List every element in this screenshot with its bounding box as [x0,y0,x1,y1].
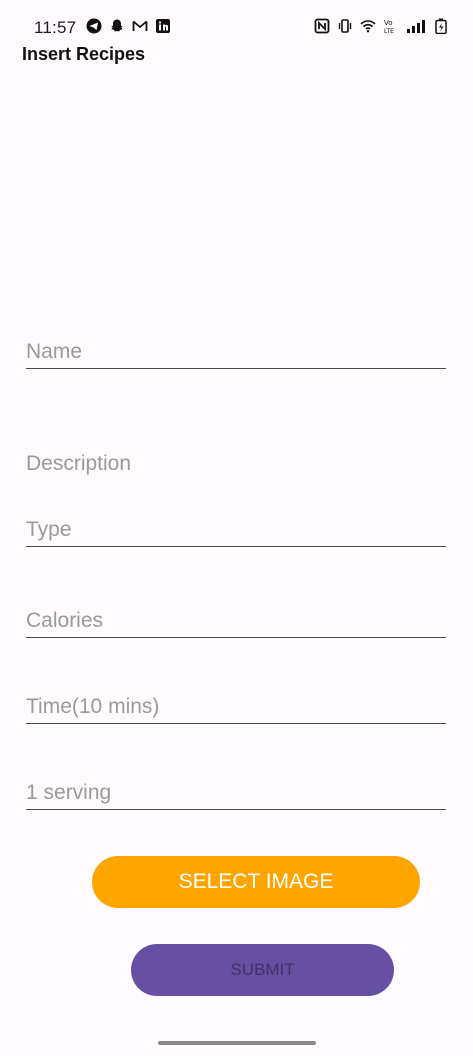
linkedin-icon [156,19,170,33]
select-image-button[interactable]: SELECT IMAGE [92,856,420,908]
type-input[interactable] [26,518,446,547]
snapchat-icon [111,19,123,32]
battery-icon [435,18,447,34]
system-icons: Vo LTE [314,18,447,34]
status-time: 11:57 [34,18,77,37]
name-input[interactable] [26,340,446,369]
vibrate-icon [338,19,352,33]
nfc-icon [314,18,330,34]
home-indicator[interactable] [158,1041,316,1045]
status-bar: 11:57 Vo LTE [0,0,473,50]
page-title: Insert Recipes [22,44,146,64]
notification-icons [86,18,171,34]
submit-button[interactable]: SUBMIT [131,944,394,996]
calories-input[interactable] [26,609,446,638]
svg-text:Vo: Vo [384,19,393,27]
signal-icon [407,20,425,33]
telegram-icon [86,18,102,34]
serving-input[interactable] [26,781,446,810]
gmail-icon [132,20,148,31]
wifi-icon [360,20,376,33]
description-input[interactable] [26,452,446,480]
time-input[interactable] [26,695,446,724]
volte-icon: VoLTE [384,19,394,34]
svg-text:LTE: LTE [384,28,394,34]
